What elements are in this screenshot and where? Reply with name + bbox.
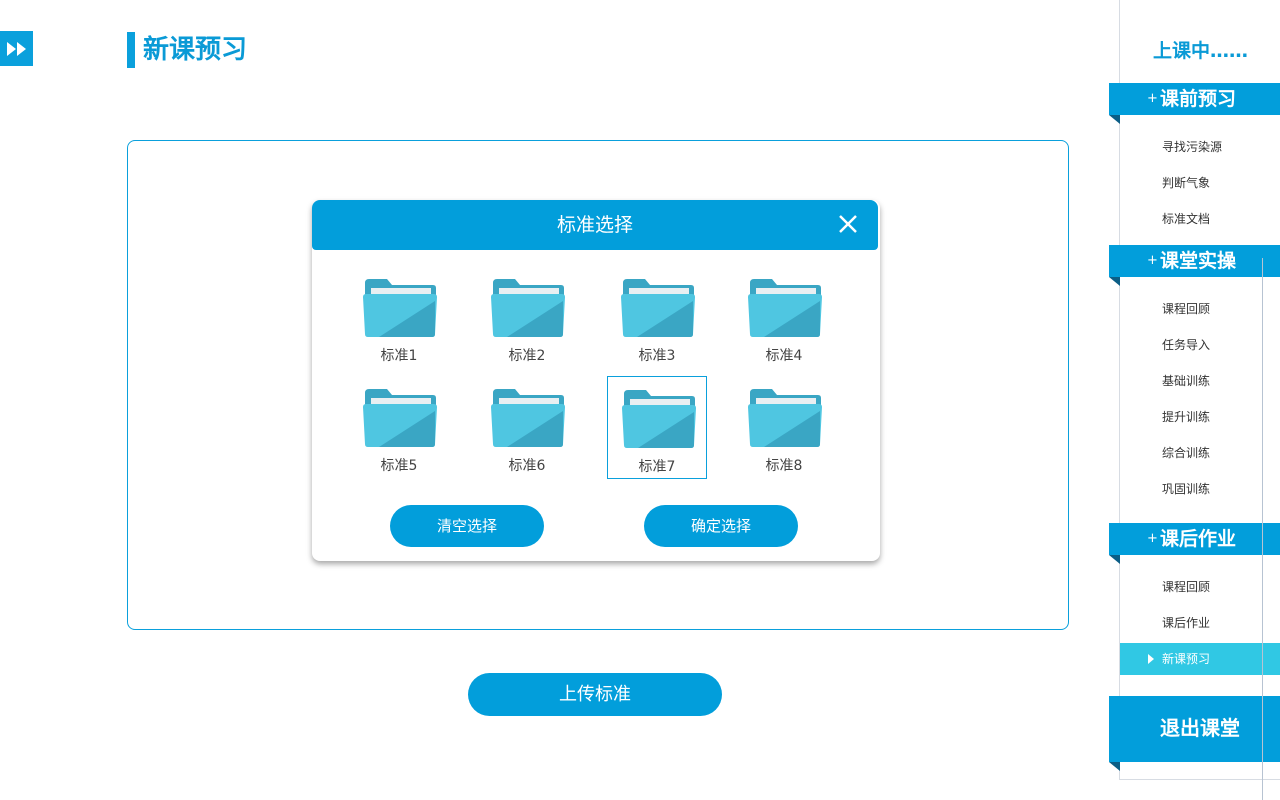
folder-item[interactable]: 标准6 — [477, 389, 577, 492]
section-label: 课前预习 — [1160, 88, 1237, 110]
sidebar-item[interactable]: 寻找污染源 — [1120, 131, 1280, 163]
folder-label: 标准3 — [638, 348, 676, 364]
page-title: 新课预习 — [143, 35, 248, 65]
sidebar-item-label: 综合训练 — [1162, 446, 1211, 460]
folder-icon — [491, 389, 565, 447]
section-label: 课后作业 — [1160, 528, 1237, 550]
ribbon-fold — [1109, 762, 1120, 771]
sidebar-section-header[interactable]: + 课前预习 — [1109, 83, 1280, 124]
folder-item[interactable]: 标准3 — [607, 279, 707, 382]
folder-label: 标准4 — [765, 348, 803, 364]
folder-item[interactable]: 标准8 — [734, 389, 834, 492]
sidebar-item[interactable]: 新课预习 — [1120, 643, 1280, 675]
sidebar-item[interactable]: 巩固训练 — [1120, 473, 1280, 505]
class-status: 上课中…… — [1152, 40, 1248, 62]
sidebar-item-label: 课程回顾 — [1162, 302, 1211, 316]
sidebar-section-header[interactable]: + 课堂实操 — [1109, 245, 1280, 286]
upload-standard-button[interactable]: 上传标准 — [468, 673, 722, 716]
sidebar-item[interactable]: 标准文档 — [1120, 203, 1280, 235]
folder-icon — [363, 279, 437, 337]
sidebar-section-header[interactable]: + 课后作业 — [1109, 523, 1280, 564]
sidebar-item-label: 任务导入 — [1162, 338, 1211, 352]
exit-class-button[interactable]: 退出课堂 — [1109, 696, 1280, 771]
sidebar: 上课中…… + 课前预习 寻找污染源 判断气象 标准文档 + 课堂实操 课程回顾 任务导入 基础训… — [1109, 0, 1280, 780]
sidebar-item-label: 巩固训练 — [1162, 482, 1211, 496]
clear-selection-button[interactable]: 清空选择 — [390, 505, 544, 547]
standard-select-dialog: 标准选择 标准1 标准2 标准3 标准4 标准5 标准6 标准7 标准8 清空选择 确定选择 — [312, 200, 880, 561]
folder-icon — [621, 279, 695, 337]
folder-item[interactable]: 标准1 — [349, 279, 449, 382]
sidebar-item-label: 提升训练 — [1162, 410, 1211, 424]
plus-icon: + — [1147, 531, 1158, 546]
folder-icon — [748, 389, 822, 447]
folder-label: 标准5 — [380, 458, 418, 474]
sidebar-scroll-line — [1262, 258, 1263, 800]
fast-forward-icon[interactable] — [0, 31, 33, 66]
sidebar-item[interactable]: 任务导入 — [1120, 329, 1280, 361]
sidebar-item-label: 判断气象 — [1162, 176, 1211, 190]
folder-label: 标准1 — [380, 348, 418, 364]
sidebar-item[interactable]: 基础训练 — [1120, 365, 1280, 397]
sidebar-item[interactable]: 课程回顾 — [1120, 293, 1280, 325]
folder-label: 标准8 — [765, 458, 803, 474]
folder-item[interactable]: 标准7 — [607, 376, 707, 479]
folder-icon — [491, 279, 565, 337]
folder-item[interactable]: 标准5 — [349, 389, 449, 492]
close-icon[interactable] — [834, 210, 862, 238]
ribbon-fold — [1109, 277, 1120, 286]
sidebar-item[interactable]: 课后作业 — [1120, 607, 1280, 639]
sidebar-item-label: 课程回顾 — [1162, 580, 1211, 594]
dialog-title: 标准选择 — [556, 214, 633, 236]
folder-label: 标准2 — [508, 348, 546, 364]
sidebar-item[interactable]: 判断气象 — [1120, 167, 1280, 199]
folder-item[interactable]: 标准2 — [477, 279, 577, 382]
plus-icon: + — [1147, 253, 1158, 268]
section-label: 课堂实操 — [1160, 250, 1237, 272]
folder-icon — [363, 389, 437, 447]
folder-label: 标准7 — [638, 459, 676, 475]
sidebar-item-label: 课后作业 — [1162, 616, 1211, 630]
sidebar-item[interactable]: 综合训练 — [1120, 437, 1280, 469]
folder-label: 标准6 — [508, 458, 546, 474]
sidebar-item[interactable]: 课程回顾 — [1120, 571, 1280, 603]
sidebar-item-label: 标准文档 — [1162, 212, 1211, 226]
sidebar-item-label: 基础训练 — [1162, 374, 1211, 388]
folder-icon — [748, 279, 822, 337]
exit-class-label: 退出课堂 — [1160, 716, 1240, 740]
sidebar-item[interactable]: 提升训练 — [1120, 401, 1280, 433]
caret-right-icon — [1148, 654, 1154, 664]
folder-icon — [622, 390, 696, 448]
ribbon-fold — [1109, 555, 1120, 564]
sidebar-item-label: 新课预习 — [1162, 652, 1211, 666]
ribbon-fold — [1109, 115, 1120, 124]
plus-icon: + — [1147, 91, 1158, 106]
sidebar-item-label: 寻找污染源 — [1162, 140, 1223, 154]
confirm-selection-button[interactable]: 确定选择 — [644, 505, 798, 547]
title-accent-bar — [127, 32, 135, 68]
folder-item[interactable]: 标准4 — [734, 279, 834, 382]
